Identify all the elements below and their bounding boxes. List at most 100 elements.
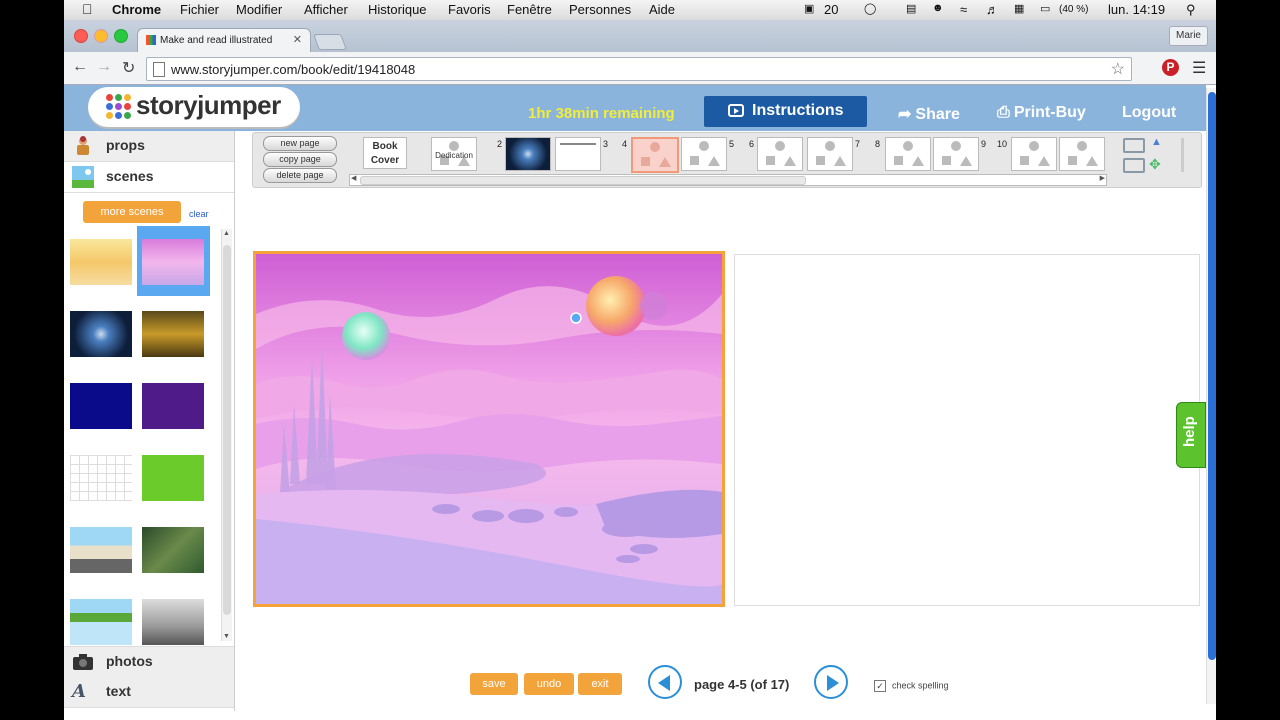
volume-icon[interactable]: ♬ xyxy=(986,2,999,17)
left-page-canvas[interactable] xyxy=(253,251,725,607)
new-page-button[interactable]: new page xyxy=(263,136,337,151)
scene-thumb-foggy[interactable] xyxy=(142,599,204,645)
check-spelling[interactable]: ✓ check spelling xyxy=(874,680,949,692)
scene-thumb-golden-sky[interactable] xyxy=(142,311,204,357)
menu-clock[interactable]: lun. 14:19 xyxy=(1108,2,1165,17)
right-page-canvas[interactable] xyxy=(734,254,1200,606)
text-tab[interactable]: A text xyxy=(64,677,234,708)
scenes-tab[interactable]: scenes xyxy=(64,162,234,193)
page-scroll-thumb[interactable] xyxy=(1208,92,1216,660)
save-button[interactable]: save xyxy=(470,673,518,695)
scene-thumb-green[interactable] xyxy=(142,455,204,501)
share-link[interactable]: ➦ Share xyxy=(898,104,960,124)
logout-link[interactable]: Logout xyxy=(1122,104,1176,122)
exit-button[interactable]: exit xyxy=(578,673,622,695)
chrome-menu-icon[interactable]: ☰ xyxy=(1192,58,1206,78)
scenes-scrollbar[interactable]: ▲ ▼ xyxy=(221,229,232,641)
page-thumb-7[interactable] xyxy=(807,137,853,171)
back-arrow-icon[interactable]: ← xyxy=(72,58,88,76)
page-thumb-3[interactable] xyxy=(555,137,601,171)
scene-thumb-train-station[interactable] xyxy=(70,527,132,573)
page-thumb-9[interactable] xyxy=(933,137,979,171)
status-count[interactable]: 20 xyxy=(824,2,838,17)
page-thumb-6[interactable] xyxy=(757,137,803,171)
wifi-icon[interactable]: ≈ xyxy=(960,2,967,17)
apple-icon[interactable]:  xyxy=(82,1,93,17)
check-spelling-checkbox[interactable]: ✓ xyxy=(874,680,886,692)
next-page-button[interactable] xyxy=(814,665,848,699)
address-bar[interactable]: www.storyjumper.com/book/edit/19418048 ☆ xyxy=(146,57,1132,81)
browser-tab[interactable]: Make and read illustrated ✕ xyxy=(137,28,311,53)
url-text[interactable]: www.storyjumper.com/book/edit/19418048 xyxy=(171,62,415,77)
page-thumb-11[interactable] xyxy=(1059,137,1105,171)
page-thumb-8[interactable] xyxy=(885,137,931,171)
close-tab-icon[interactable]: ✕ xyxy=(293,33,302,46)
display-icon[interactable]: ▤ xyxy=(906,2,916,15)
bookmark-star-icon[interactable]: ☆ xyxy=(1111,59,1125,79)
scene-thumb-park[interactable] xyxy=(70,599,132,645)
scene-thumb-pink-planet[interactable] xyxy=(142,239,204,285)
page-thumb-book-cover[interactable]: Book Cover xyxy=(363,137,407,169)
page-thumb-dedication[interactable]: Dedication xyxy=(431,137,477,171)
storyjumper-logo[interactable]: storyjumper xyxy=(88,87,300,127)
scene-thumb-forest[interactable] xyxy=(142,527,204,573)
spotlight-search-icon[interactable]: ⚲ xyxy=(1186,2,1196,18)
menu-app-name[interactable]: Chrome xyxy=(112,2,161,17)
page-thumb-10[interactable] xyxy=(1011,137,1057,171)
menu-modifier[interactable]: Modifier xyxy=(236,2,282,17)
page-strip-scroll-thumb[interactable] xyxy=(360,176,806,185)
menu-favoris[interactable]: Favoris xyxy=(448,2,491,17)
menu-personnes[interactable]: Personnes xyxy=(569,2,631,17)
reload-icon[interactable]: ↻ xyxy=(122,58,135,78)
single-page-view-icon[interactable] xyxy=(1123,138,1145,153)
delete-page-button[interactable]: delete page xyxy=(263,168,337,183)
zoom-in-icon[interactable]: ▲ xyxy=(1151,136,1162,148)
scenes-scroll-thumb[interactable] xyxy=(223,245,231,615)
scroll-right-icon[interactable]: ▶ xyxy=(1100,174,1105,182)
pinterest-icon[interactable]: P xyxy=(1162,59,1179,76)
fullscreen-icon[interactable]: ✥ xyxy=(1149,156,1161,173)
photos-tab[interactable]: photos xyxy=(64,646,234,678)
menu-fenetre[interactable]: Fenêtre xyxy=(507,2,552,17)
battery-percent: (40 %) xyxy=(1059,4,1089,15)
time-machine-icon[interactable]: ◯ xyxy=(864,2,876,15)
battery-icon[interactable]: ▭ xyxy=(1040,2,1050,15)
scene-thumb-purple[interactable] xyxy=(142,383,204,429)
menu-fichier[interactable]: Fichier xyxy=(180,2,219,17)
user-icon[interactable]: ☻ xyxy=(932,2,944,14)
screen-record-icon[interactable]: ▣ xyxy=(804,2,814,15)
new-tab-button[interactable] xyxy=(313,34,347,50)
double-page-view-icon[interactable] xyxy=(1123,158,1145,173)
undo-button[interactable]: undo xyxy=(524,673,574,695)
page-scrollbar[interactable] xyxy=(1206,88,1216,704)
forward-arrow-icon[interactable]: → xyxy=(96,58,112,76)
page-thumb-4-selected[interactable] xyxy=(631,137,679,173)
print-buy-link[interactable]: ⎙ Print-Buy xyxy=(997,104,1086,122)
scroll-left-icon[interactable]: ◀ xyxy=(351,174,356,182)
menu-historique[interactable]: Historique xyxy=(368,2,427,17)
scene-thumb-galaxy[interactable] xyxy=(70,311,132,357)
scene-thumb-desert[interactable] xyxy=(70,239,132,285)
zoom-slider[interactable] xyxy=(1181,138,1184,172)
scroll-up-icon[interactable]: ▲ xyxy=(223,230,230,237)
props-tab[interactable]: props xyxy=(64,131,234,162)
page-strip-scrollbar[interactable]: ◀ ▶ xyxy=(349,174,1107,186)
bluetooth-icon[interactable]: ▦ xyxy=(1014,2,1024,15)
more-scenes-button[interactable]: more scenes xyxy=(83,201,181,223)
profile-button[interactable]: Marie xyxy=(1168,26,1208,46)
page-thumb-5[interactable] xyxy=(681,137,727,171)
scroll-down-icon[interactable]: ▼ xyxy=(223,633,230,640)
zoom-window-button[interactable] xyxy=(114,29,128,43)
instructions-button[interactable]: Instructions xyxy=(704,96,867,127)
minimize-window-button[interactable] xyxy=(94,29,108,43)
menu-aide[interactable]: Aide xyxy=(649,2,675,17)
help-tab[interactable]: help xyxy=(1176,402,1206,468)
scene-thumb-blue[interactable] xyxy=(70,383,132,429)
copy-page-button[interactable]: copy page xyxy=(263,152,337,167)
menu-afficher[interactable]: Afficher xyxy=(304,2,348,17)
clear-link[interactable]: clear xyxy=(189,209,209,219)
scene-thumb-grid[interactable] xyxy=(70,455,132,501)
page-thumb-2[interactable] xyxy=(505,137,551,171)
close-window-button[interactable] xyxy=(74,29,88,43)
previous-page-button[interactable] xyxy=(648,665,682,699)
